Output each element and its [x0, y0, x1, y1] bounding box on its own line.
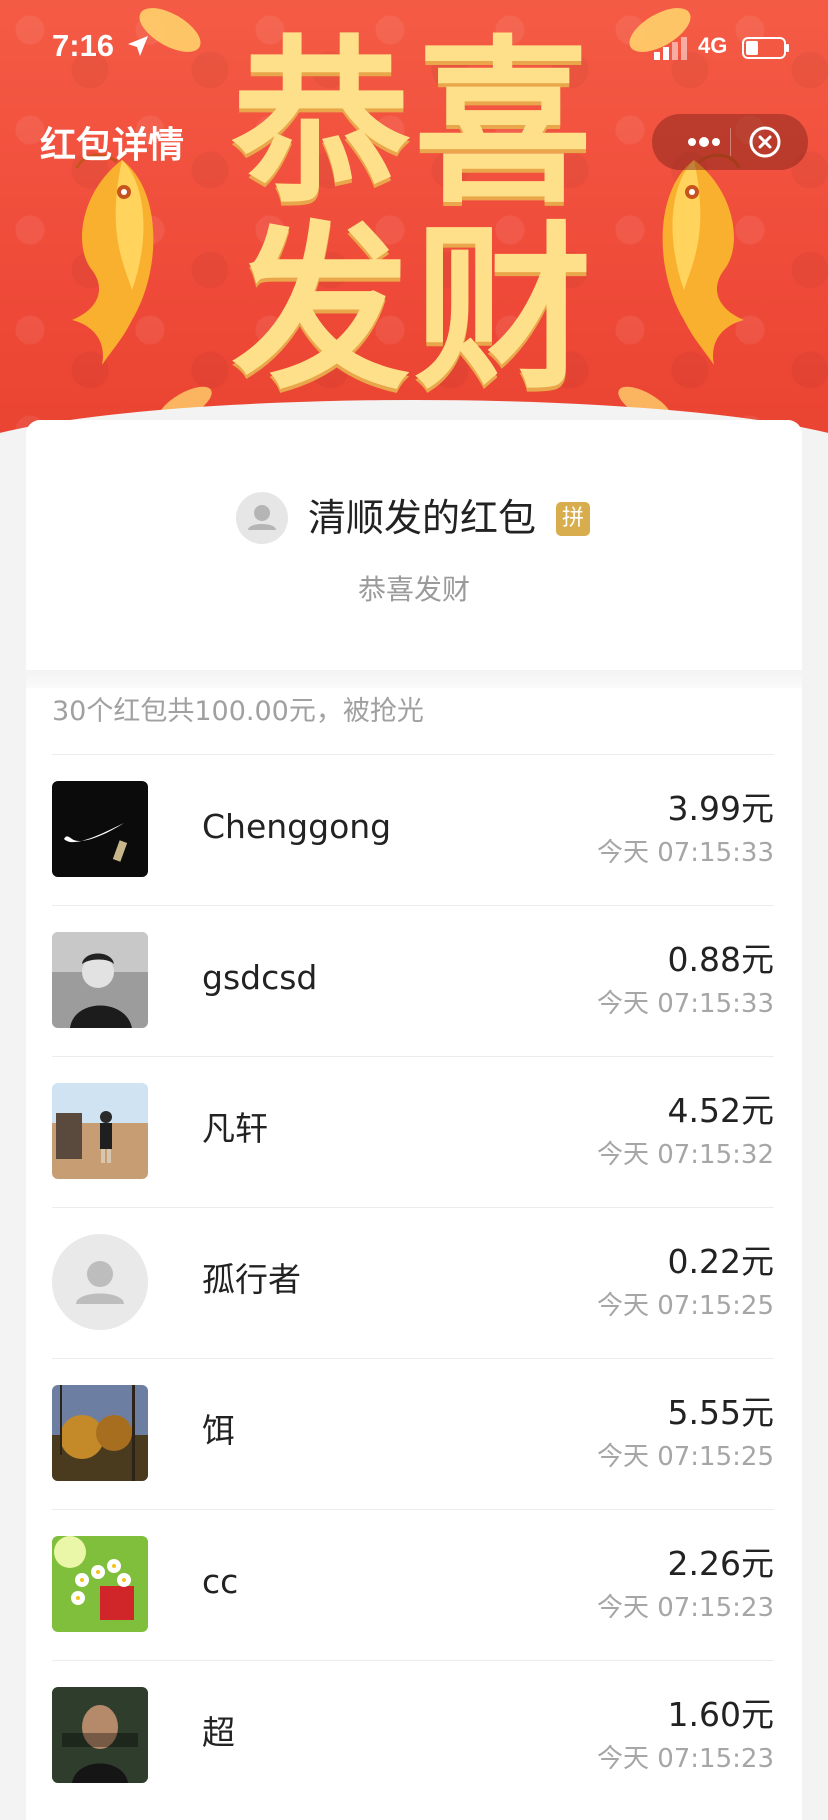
red-packet-card: 清顺发的红包 拼 恭喜发财 30个红包共100.00元，被抢光 Chenggon… — [26, 420, 802, 1820]
close-circle-icon[interactable] — [748, 125, 782, 159]
default-avatar-icon — [248, 505, 276, 530]
list-item[interactable]: cc 2.26元 今天 07:15:23 — [52, 1509, 774, 1660]
recipient-name: gsdcsd — [202, 958, 318, 997]
list-item[interactable]: 超 1.60元 今天 07:15:23 — [52, 1660, 774, 1811]
recipient-name: Chenggong — [202, 807, 392, 846]
location-arrow-icon — [128, 36, 148, 56]
sender-avatar[interactable] — [236, 492, 288, 544]
recipient-amount: 2.26元 — [667, 1544, 774, 1583]
recipient-amount: 5.55元 — [667, 1393, 774, 1432]
recipient-time: 今天 07:15:23 — [596, 1744, 774, 1774]
recipient-time: 今天 07:15:32 — [596, 1140, 774, 1170]
status-time: 7:16 — [52, 28, 115, 63]
recipient-time: 今天 07:15:25 — [596, 1442, 774, 1472]
recipient-name: 凡轩 — [202, 1109, 268, 1148]
section-divider — [26, 670, 802, 688]
status-bar: 7:16 4G — [0, 0, 828, 88]
avatar[interactable] — [52, 1687, 148, 1783]
list-item[interactable]: 孤行者 0.22元 今天 07:15:25 — [52, 1207, 774, 1358]
recipient-name: 超 — [202, 1713, 235, 1752]
page-title: 红包详情 — [40, 125, 185, 166]
recipient-amount: 4.52元 — [667, 1091, 774, 1130]
sender-name: 清顺发的红包 — [308, 496, 537, 540]
list-item[interactable]: 饵 5.55元 今天 07:15:25 — [52, 1358, 774, 1509]
avatar[interactable] — [52, 932, 148, 1028]
recipient-time: 今天 07:15:33 — [596, 989, 774, 1019]
battery-icon — [742, 37, 789, 59]
recipient-time: 今天 07:15:23 — [596, 1593, 774, 1623]
recipient-amount: 0.88元 — [667, 940, 774, 979]
avatar[interactable] — [52, 1083, 148, 1179]
recipient-amount: 3.99元 — [667, 789, 774, 828]
default-avatar-icon — [76, 1261, 124, 1304]
recipient-name: 饵 — [202, 1411, 235, 1450]
recipient-name: cc — [202, 1562, 239, 1601]
avatar[interactable] — [52, 781, 148, 877]
list-item[interactable]: Chenggong 3.99元 今天 07:15:33 — [52, 754, 774, 905]
recipient-time: 今天 07:15:25 — [596, 1291, 774, 1321]
list-item[interactable]: gsdcsd 0.88元 今天 07:15:33 — [52, 905, 774, 1056]
pin-badge: 拼 — [556, 502, 590, 536]
capsule-divider — [730, 128, 731, 156]
banner-title-line2: 发财 — [232, 206, 596, 413]
packet-summary: 30个红包共100.00元，被抢光 — [52, 696, 424, 727]
recipient-amount: 0.22元 — [667, 1242, 774, 1281]
avatar[interactable] — [52, 1536, 148, 1632]
blessing-message: 恭喜发财 — [357, 573, 470, 606]
recipient-list: Chenggong 3.99元 今天 07:15:33 gsdcsd 0.88元… — [52, 754, 774, 1811]
network-type: 4G — [698, 33, 728, 58]
list-item[interactable]: 凡轩 4.52元 今天 07:15:32 — [52, 1056, 774, 1207]
avatar[interactable] — [52, 1385, 148, 1481]
recipient-time: 今天 07:15:33 — [596, 838, 774, 868]
recipient-name: 孤行者 — [202, 1260, 301, 1299]
recipient-amount: 1.60元 — [667, 1695, 774, 1734]
signal-strength-icon — [654, 37, 687, 60]
miniprogram-capsule — [652, 114, 808, 170]
more-options-icon[interactable] — [674, 114, 734, 170]
avatar[interactable] — [52, 1234, 148, 1330]
